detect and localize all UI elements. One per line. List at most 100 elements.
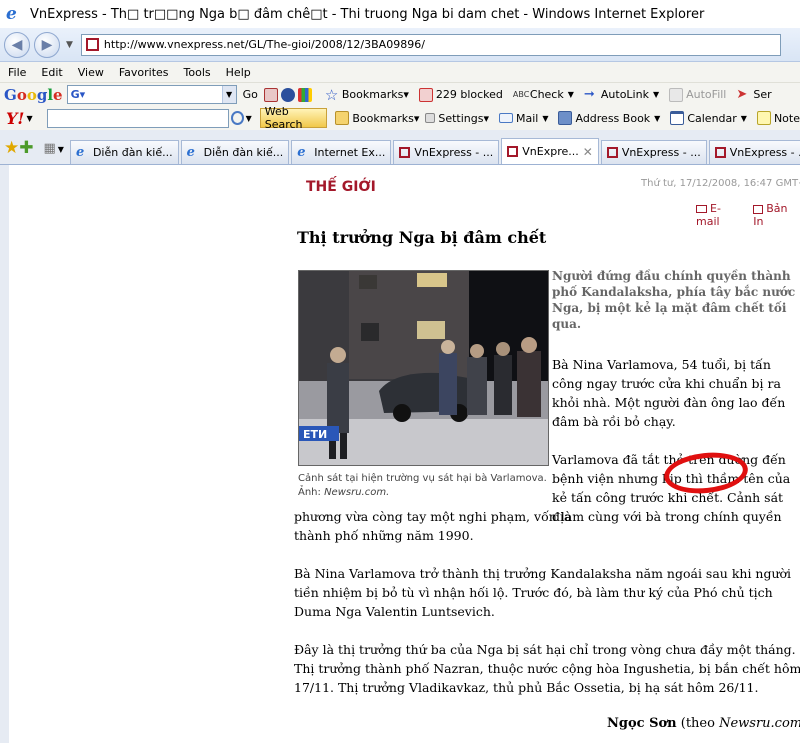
vnexpress-tab-icon bbox=[507, 146, 519, 157]
forward-button[interactable]: ▶ bbox=[34, 31, 60, 58]
tab-bar: ★ ✚ ▦ ▼ e Diễn đàn kiế... e Diễn đàn kiế..… bbox=[0, 130, 800, 165]
globe-icon bbox=[280, 87, 295, 102]
menu-tools[interactable]: Tools bbox=[184, 66, 211, 79]
google-bookmarks-button[interactable]: ☆ Bookmarks▾ bbox=[324, 85, 409, 104]
yahoo-toolbar: Y! ▼ ▼ Web Search Bookmarks▾ Settings▾ M… bbox=[0, 105, 800, 131]
tab-dien-dan-1[interactable]: e Diễn đàn kiế... bbox=[69, 140, 179, 164]
tab-vnexpress-active[interactable]: VnExpre... ✕ bbox=[501, 138, 599, 164]
back-arrow-icon: ◀ bbox=[11, 36, 23, 53]
yahoo-menu-dropdown-icon[interactable]: ▼ bbox=[26, 114, 32, 123]
email-link[interactable]: E-mail bbox=[696, 202, 743, 228]
autolink-icon: ➞ bbox=[583, 86, 595, 102]
article-photo: ЕТИ bbox=[298, 270, 549, 466]
article-lead: Người đứng đầu chính quyền thành phố Kan… bbox=[552, 269, 796, 331]
print-icon bbox=[753, 204, 764, 214]
vnexpress-tab-icon bbox=[606, 147, 618, 158]
menu-favorites[interactable]: Favorites bbox=[119, 66, 169, 79]
ie-logo-icon: e bbox=[6, 4, 17, 24]
close-tab-icon[interactable]: ✕ bbox=[583, 145, 593, 159]
mail-icon bbox=[498, 113, 513, 123]
buttons-icon bbox=[297, 87, 312, 102]
menu-help[interactable]: Help bbox=[226, 66, 251, 79]
article-byline: Ngọc Sơn (theo Newsru.com) bbox=[607, 716, 800, 731]
address-url: http://www.vnexpress.net/GL/The-gioi/200… bbox=[103, 38, 425, 51]
photo-caption: Cảnh sát tại hiện trường vụ sát hại bà V… bbox=[298, 473, 547, 498]
address-book-icon bbox=[558, 111, 573, 125]
autolink-button[interactable]: ➞ AutoLink ▼ bbox=[583, 86, 659, 102]
article-paragraph-2-continued: phương vừa còng tay một nghi phạm, vốn l… bbox=[294, 509, 782, 543]
pagerank-icon bbox=[263, 87, 278, 102]
google-search-dropdown-icon[interactable]: ▼ bbox=[221, 86, 236, 103]
tab-vnexpress-3[interactable]: VnExpress - ... bbox=[600, 140, 707, 164]
popup-blocker-icon bbox=[418, 87, 433, 102]
article-tools: E-mail Bản In bbox=[696, 202, 800, 228]
article-paragraph-3: Bà Nina Varlamova trở thành thị trưởng K… bbox=[294, 566, 792, 619]
settings-icon bbox=[425, 113, 436, 123]
favorites-star-icon[interactable]: ★ bbox=[4, 136, 19, 160]
yahoo-notes-button[interactable]: Note bbox=[756, 111, 800, 125]
yahoo-addressbook-button[interactable]: Address Book ▼ bbox=[558, 111, 660, 125]
yahoo-logo[interactable]: Y! bbox=[6, 109, 24, 128]
autofill-icon bbox=[669, 87, 684, 102]
photo-badge: ЕТИ bbox=[303, 428, 327, 441]
tab-list-dropdown-icon[interactable]: ▼ bbox=[58, 145, 64, 154]
popup-blocked-button[interactable]: 229 blocked bbox=[418, 87, 503, 102]
email-icon bbox=[696, 205, 707, 213]
menu-edit[interactable]: Edit bbox=[41, 66, 62, 79]
send-to-button[interactable]: ➤ Ser bbox=[736, 86, 771, 102]
web-search-button[interactable]: Web Search bbox=[259, 105, 328, 131]
spell-check-button[interactable]: ABC Check ▼ bbox=[513, 88, 574, 102]
tab-dien-dan-2[interactable]: e Diễn đàn kiế... bbox=[180, 140, 290, 164]
autofill-button[interactable]: AutoFill bbox=[669, 87, 726, 102]
back-button[interactable]: ◀ bbox=[4, 31, 30, 58]
yahoo-search-dropdown-icon[interactable]: ▼ bbox=[246, 114, 252, 123]
article-headline: Thị trưởng Nga bị đâm chết bbox=[297, 228, 547, 247]
menu-view[interactable]: View bbox=[78, 66, 104, 79]
vnexpress-tab-icon bbox=[714, 147, 726, 158]
section-title[interactable]: THẾ GIỚI bbox=[306, 179, 376, 195]
ie-tab-icon: e bbox=[297, 145, 306, 160]
ie-tab-icon: e bbox=[186, 145, 195, 160]
tab-vnexpress-4[interactable]: VnExpress - ... bbox=[708, 140, 800, 164]
menu-bar: File Edit View Favorites Tools Help bbox=[0, 62, 800, 82]
yahoo-mail-button[interactable]: Mail ▼ bbox=[498, 112, 548, 125]
notes-icon bbox=[756, 111, 771, 125]
ie-tab-icon: e bbox=[75, 145, 85, 160]
yahoo-settings-button[interactable]: Settings▾ bbox=[425, 112, 489, 125]
page-content: THẾ GIỚI Thứ tư, 17/12/2008, 16:47 GMT+7… bbox=[0, 165, 800, 743]
night-street-scene: ЕТИ bbox=[299, 271, 548, 465]
bookmark-icon bbox=[335, 111, 350, 125]
google-go-button[interactable]: Go bbox=[243, 88, 258, 101]
address-bar-row: ◀ ▶ ▼ http://www.vnexpress.net/GL/The-gi… bbox=[0, 28, 800, 62]
address-input[interactable]: http://www.vnexpress.net/GL/The-gioi/200… bbox=[80, 33, 781, 56]
quick-tabs-icon[interactable]: ▦ bbox=[44, 136, 56, 160]
calendar-icon bbox=[670, 111, 685, 125]
history-dropdown-icon[interactable]: ▼ bbox=[66, 40, 73, 50]
browser-window: e VnExpress - Th□ tr□□ng Nga b□ đâm chê□… bbox=[0, 0, 800, 743]
window-title: VnExpress - Th□ tr□□ng Nga b□ đâm chê□t … bbox=[30, 6, 705, 22]
tab-internet-explorer[interactable]: e Internet Ex... bbox=[291, 140, 392, 164]
google-toolbar: Google G▾ ▼ Go ☆ Bookmarks▾ 229 blocked … bbox=[0, 82, 800, 106]
article-date: Thứ tư, 17/12/2008, 16:47 GMT+7 bbox=[641, 178, 800, 189]
yahoo-bookmarks-button[interactable]: Bookmarks▾ bbox=[335, 111, 419, 125]
abc-check-icon: ABC bbox=[512, 89, 530, 99]
yahoo-search-input[interactable] bbox=[46, 108, 229, 128]
send-to-icon: ➤ bbox=[736, 86, 748, 102]
forward-arrow-icon: ▶ bbox=[41, 36, 53, 53]
google-tools-icons[interactable] bbox=[263, 87, 315, 102]
google-search-value: G▾ bbox=[70, 88, 86, 101]
star-icon: ☆ bbox=[324, 85, 339, 104]
search-icon[interactable] bbox=[230, 111, 244, 125]
print-link[interactable]: Bản In bbox=[753, 202, 800, 228]
article-paragraph-1: Bà Nina Varlamova, 54 tuổi, bị tấn công … bbox=[552, 357, 786, 429]
google-logo: Google bbox=[4, 85, 63, 104]
google-search-input[interactable]: G▾ ▼ bbox=[66, 85, 237, 104]
article-paragraph-4: Đây là thị trưởng thứ ba của Nga bị sát … bbox=[294, 642, 800, 695]
add-favorites-icon[interactable]: ✚ bbox=[19, 136, 33, 160]
menu-file[interactable]: File bbox=[8, 66, 26, 79]
vnexpress-tab-icon bbox=[399, 147, 411, 158]
tab-vnexpress-1[interactable]: VnExpress - ... bbox=[393, 140, 500, 164]
page-favicon-icon bbox=[85, 38, 99, 51]
title-bar: e VnExpress - Th□ tr□□ng Nga b□ đâm chê□… bbox=[0, 0, 800, 28]
yahoo-calendar-button[interactable]: Calendar ▼ bbox=[670, 111, 747, 125]
